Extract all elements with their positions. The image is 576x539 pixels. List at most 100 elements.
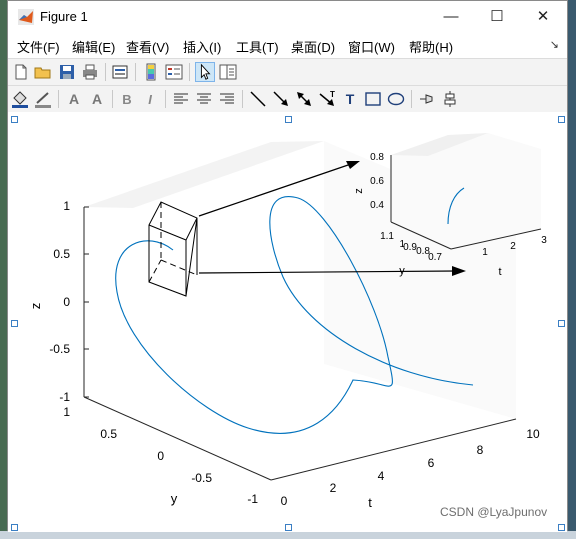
x-tick-label: 8 (477, 443, 484, 457)
z-tick-label: 1 (63, 199, 70, 213)
align-center-icon[interactable] (194, 89, 214, 109)
toolbar-separator (242, 90, 243, 108)
inset-z-axis-label: z (353, 188, 365, 194)
menu-edit[interactable]: 编辑(E) (72, 37, 115, 56)
inset-y-tick-label: 1.1 (380, 231, 394, 242)
title-bar: Figure 1 — ☐ ✕ (8, 1, 567, 32)
inset-z-tick-label: 0.4 (370, 200, 384, 211)
menu-desktop[interactable]: 桌面(D) (291, 37, 335, 56)
menu-insert[interactable]: 插入(I) (183, 37, 221, 56)
line-color-icon[interactable] (33, 89, 53, 109)
z-tick-label: -1 (59, 390, 70, 404)
x-tick-label: 0 (281, 494, 288, 508)
window-title: Figure 1 (40, 9, 88, 24)
y-tick-label: 0.5 (100, 427, 117, 441)
inset-x-axis-label: t (498, 266, 501, 278)
legend-icon[interactable] (164, 62, 184, 82)
print-icon[interactable] (80, 62, 100, 82)
x-tick-label: 4 (378, 469, 385, 483)
z-tick-label: -0.5 (49, 342, 70, 356)
colorbar-icon[interactable] (141, 62, 161, 82)
close-button[interactable]: ✕ (521, 1, 565, 32)
inset-x-tick-label: 2 (510, 241, 516, 252)
svg-text:I: I (148, 92, 152, 107)
toolbar-separator (105, 63, 106, 81)
svg-text:A: A (69, 91, 79, 107)
align-left-icon[interactable] (171, 89, 191, 109)
y-tick-label: 0 (157, 449, 164, 463)
selection-handle[interactable] (285, 524, 292, 531)
selection-handle[interactable] (558, 524, 565, 531)
y-axis-label: y (171, 491, 178, 506)
y-tick-label: 1 (63, 405, 70, 419)
selection-handle[interactable] (11, 320, 18, 327)
svg-text:B: B (122, 92, 131, 107)
z-tick-label: 0 (63, 295, 70, 309)
selection-handle[interactable] (11, 116, 18, 123)
toolbar-separator (58, 90, 59, 108)
edit-plot-icon[interactable] (195, 62, 215, 82)
inset-z-tick-label: 0.8 (370, 152, 384, 163)
toolbar-separator (112, 90, 113, 108)
fill-color-icon[interactable] (10, 89, 30, 109)
x-tick-label: 10 (526, 427, 540, 441)
menu-window[interactable]: 窗口(W) (348, 37, 395, 56)
toolbar-separator (165, 90, 166, 108)
align-right-icon[interactable] (217, 89, 237, 109)
desktop-bottom (0, 531, 576, 539)
new-figure-icon[interactable] (11, 62, 31, 82)
inset-z-tick-label: 0.6 (370, 176, 384, 187)
inset-x-tick-label: 3 (541, 235, 547, 246)
arrow-icon[interactable] (271, 89, 291, 109)
minimize-button[interactable]: — (429, 1, 473, 32)
maximize-button[interactable]: ☐ (475, 1, 519, 32)
matlab-icon (18, 9, 34, 25)
rectangle-icon[interactable] (363, 89, 383, 109)
menu-file[interactable]: 文件(F) (17, 37, 60, 56)
x-axis-label: t (368, 495, 372, 510)
italic-icon[interactable]: I (140, 89, 160, 109)
figure-canvas[interactable]: 1 0.5 0 -0.5 -1 z 1 0.5 0 -0.5 -1 y 0 2 … (8, 112, 567, 532)
watermark-text: CSDN @LyaJpunov (440, 505, 548, 519)
line-icon[interactable] (248, 89, 268, 109)
plot-edit-toolbar: A A B I T T (8, 85, 567, 112)
toolbar-separator (189, 63, 190, 81)
pin-icon[interactable] (417, 89, 437, 109)
ellipse-icon[interactable] (386, 89, 406, 109)
selection-handle[interactable] (285, 116, 292, 123)
selection-handle[interactable] (11, 524, 18, 531)
toolbar-separator (135, 63, 136, 81)
x-tick-label: 2 (330, 481, 337, 495)
selection-handle[interactable] (558, 116, 565, 123)
toolbar-separator (411, 90, 412, 108)
bold-icon[interactable]: B (117, 89, 137, 109)
double-arrow-icon[interactable] (294, 89, 314, 109)
menu-help[interactable]: 帮助(H) (409, 37, 453, 56)
inset-x-tick-label: 1 (482, 247, 488, 258)
svg-text:T: T (346, 91, 355, 107)
figure-toolbar (8, 58, 567, 85)
open-file-icon[interactable] (33, 62, 53, 82)
z-tick-label: 0.5 (53, 247, 70, 261)
align-distribute-icon[interactable] (440, 89, 460, 109)
y-tick-label: -1 (247, 492, 258, 506)
menu-bar: 文件(F) 编辑(E) 查看(V) 插入(I) 工具(T) 桌面(D) 窗口(W… (8, 32, 567, 58)
text-color-icon[interactable]: A (64, 89, 84, 109)
selection-handle[interactable] (558, 320, 565, 327)
textbox-icon[interactable]: T (340, 89, 360, 109)
text-arrow-icon[interactable]: T (317, 89, 337, 109)
svg-text:A: A (92, 91, 102, 107)
inset-y-tick-label: 0.7 (428, 252, 442, 263)
inset-y-axis-label: y (399, 265, 405, 277)
save-icon[interactable] (57, 62, 77, 82)
menu-view[interactable]: 查看(V) (126, 37, 169, 56)
figure-window: Figure 1 — ☐ ✕ 文件(F) 编辑(E) 查看(V) 插入(I) 工… (7, 0, 568, 532)
menu-overflow-icon[interactable]: ↘ (550, 38, 559, 51)
svg-text:T: T (330, 90, 335, 99)
font-icon[interactable]: A (87, 89, 107, 109)
x-tick-label: 6 (428, 456, 435, 470)
menu-tools[interactable]: 工具(T) (236, 37, 279, 56)
property-editor-icon[interactable] (218, 62, 238, 82)
print-preview-icon[interactable] (110, 62, 130, 82)
z-axis-label: z (28, 303, 43, 310)
